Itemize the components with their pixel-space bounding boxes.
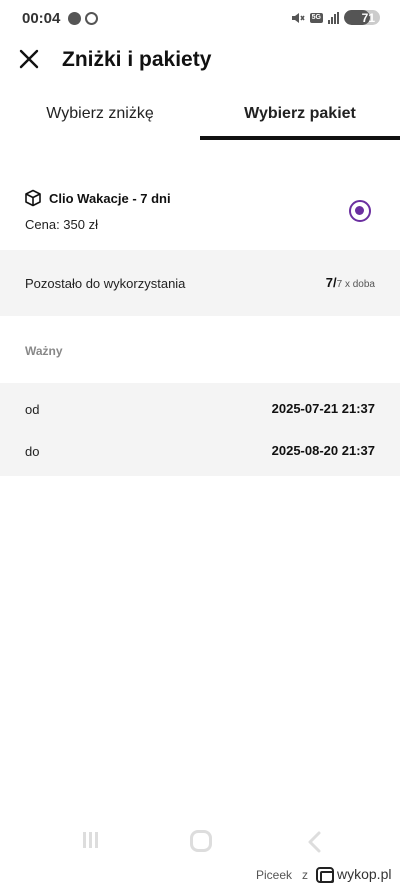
network-badge: 5G [309, 12, 323, 23]
valid-from-value: 2025-07-21 21:37 [271, 401, 375, 416]
battery-icon: 71 [344, 10, 380, 25]
valid-from-row: od 2025-07-21 21:37 [0, 395, 400, 425]
package-price: Cena: 350 zł [25, 217, 98, 232]
close-button[interactable] [14, 44, 44, 74]
remaining-section: Pozostało do wykorzystania 7/7 x doba [0, 250, 400, 316]
remaining-value: 7/7 x doba [326, 275, 375, 290]
watermark-site: wykop.pl [337, 866, 392, 882]
status-time: 00:04 [22, 10, 61, 27]
facebook-icon [68, 12, 81, 25]
package-name: Clio Wakacje - 7 dni [49, 191, 171, 206]
tab-choose-discount[interactable]: Wybierz zniżkę [0, 90, 200, 140]
wykop-logo-icon [316, 867, 334, 883]
app-header: Zniżki i pakiety [0, 36, 400, 88]
remaining-unit: 7 x doba [336, 279, 375, 290]
mute-icon [291, 12, 305, 23]
watermark-footer: Piceek z wykop.pl [0, 866, 400, 886]
package-option[interactable]: Clio Wakacje - 7 dni Cena: 350 zł [0, 170, 400, 250]
recents-icon[interactable] [80, 827, 100, 855]
valid-heading: Ważny [25, 344, 63, 358]
valid-to-row: do 2025-08-20 21:37 [0, 437, 400, 467]
valid-from-label: od [25, 402, 40, 417]
package-radio[interactable] [349, 200, 371, 222]
status-notification-icons [68, 12, 98, 25]
status-right-icons: 5G 71 [291, 10, 380, 25]
status-bar: 00:04 5G 71 [0, 0, 400, 36]
close-icon [19, 49, 39, 69]
tab-bar: Wybierz zniżkę Wybierz pakiet [0, 90, 400, 140]
back-icon[interactable] [305, 828, 325, 856]
app-notification-icon [85, 12, 98, 25]
battery-level: 71 [361, 10, 375, 25]
valid-to-value: 2025-08-20 21:37 [271, 443, 375, 458]
watermark-connector: z [302, 868, 308, 882]
signal-icon [328, 11, 339, 24]
page-title: Zniżki i pakiety [62, 48, 212, 71]
box-icon [25, 189, 41, 207]
validity-dates: od 2025-07-21 21:37 do 2025-08-20 21:37 [0, 383, 400, 476]
remaining-label: Pozostało do wykorzystania [25, 276, 186, 291]
radio-selected-dot [355, 206, 364, 215]
remaining-count: 7/ [325, 275, 337, 290]
tab-choose-package[interactable]: Wybierz pakiet [200, 90, 400, 140]
watermark-username: Piceek [256, 868, 293, 882]
valid-to-label: do [25, 444, 40, 459]
home-icon[interactable] [190, 830, 212, 852]
